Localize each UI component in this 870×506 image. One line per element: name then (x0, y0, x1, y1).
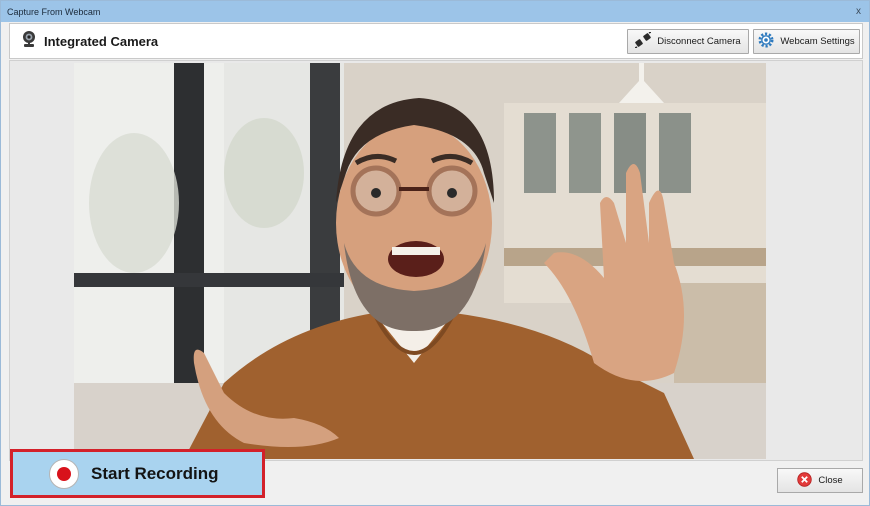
video-preview-panel (9, 60, 863, 461)
capture-from-webcam-window: Capture From Webcam x Integrated Camera (0, 0, 870, 506)
camera-title: Integrated Camera (20, 30, 158, 53)
title-bar: Capture From Webcam x (1, 1, 869, 22)
close-button[interactable]: Close (777, 468, 863, 493)
plug-disconnect-icon (634, 31, 652, 51)
camera-name: Integrated Camera (44, 33, 159, 49)
gear-icon (758, 32, 774, 51)
window-close-button[interactable]: x (856, 6, 861, 17)
close-label: Close (818, 475, 843, 486)
disconnect-camera-label: Disconnect Camera (657, 36, 741, 47)
start-recording-label: Start Recording (91, 463, 219, 483)
webcam-icon (20, 30, 38, 53)
webcam-video-feed (74, 63, 766, 459)
record-icon (49, 458, 79, 489)
disconnect-camera-button[interactable]: Disconnect Camera (627, 29, 749, 54)
window-title: Capture From Webcam (7, 6, 101, 17)
start-recording-button[interactable]: Start Recording (10, 449, 265, 498)
webcam-settings-button[interactable]: Webcam Settings (753, 29, 860, 54)
close-circle-icon (797, 471, 813, 490)
record-dot (57, 466, 71, 481)
webcam-settings-label: Webcam Settings (780, 36, 855, 47)
webcam-frame-image (74, 63, 766, 459)
camera-header: Integrated Camera Disconnect Camera Webc… (9, 23, 863, 59)
